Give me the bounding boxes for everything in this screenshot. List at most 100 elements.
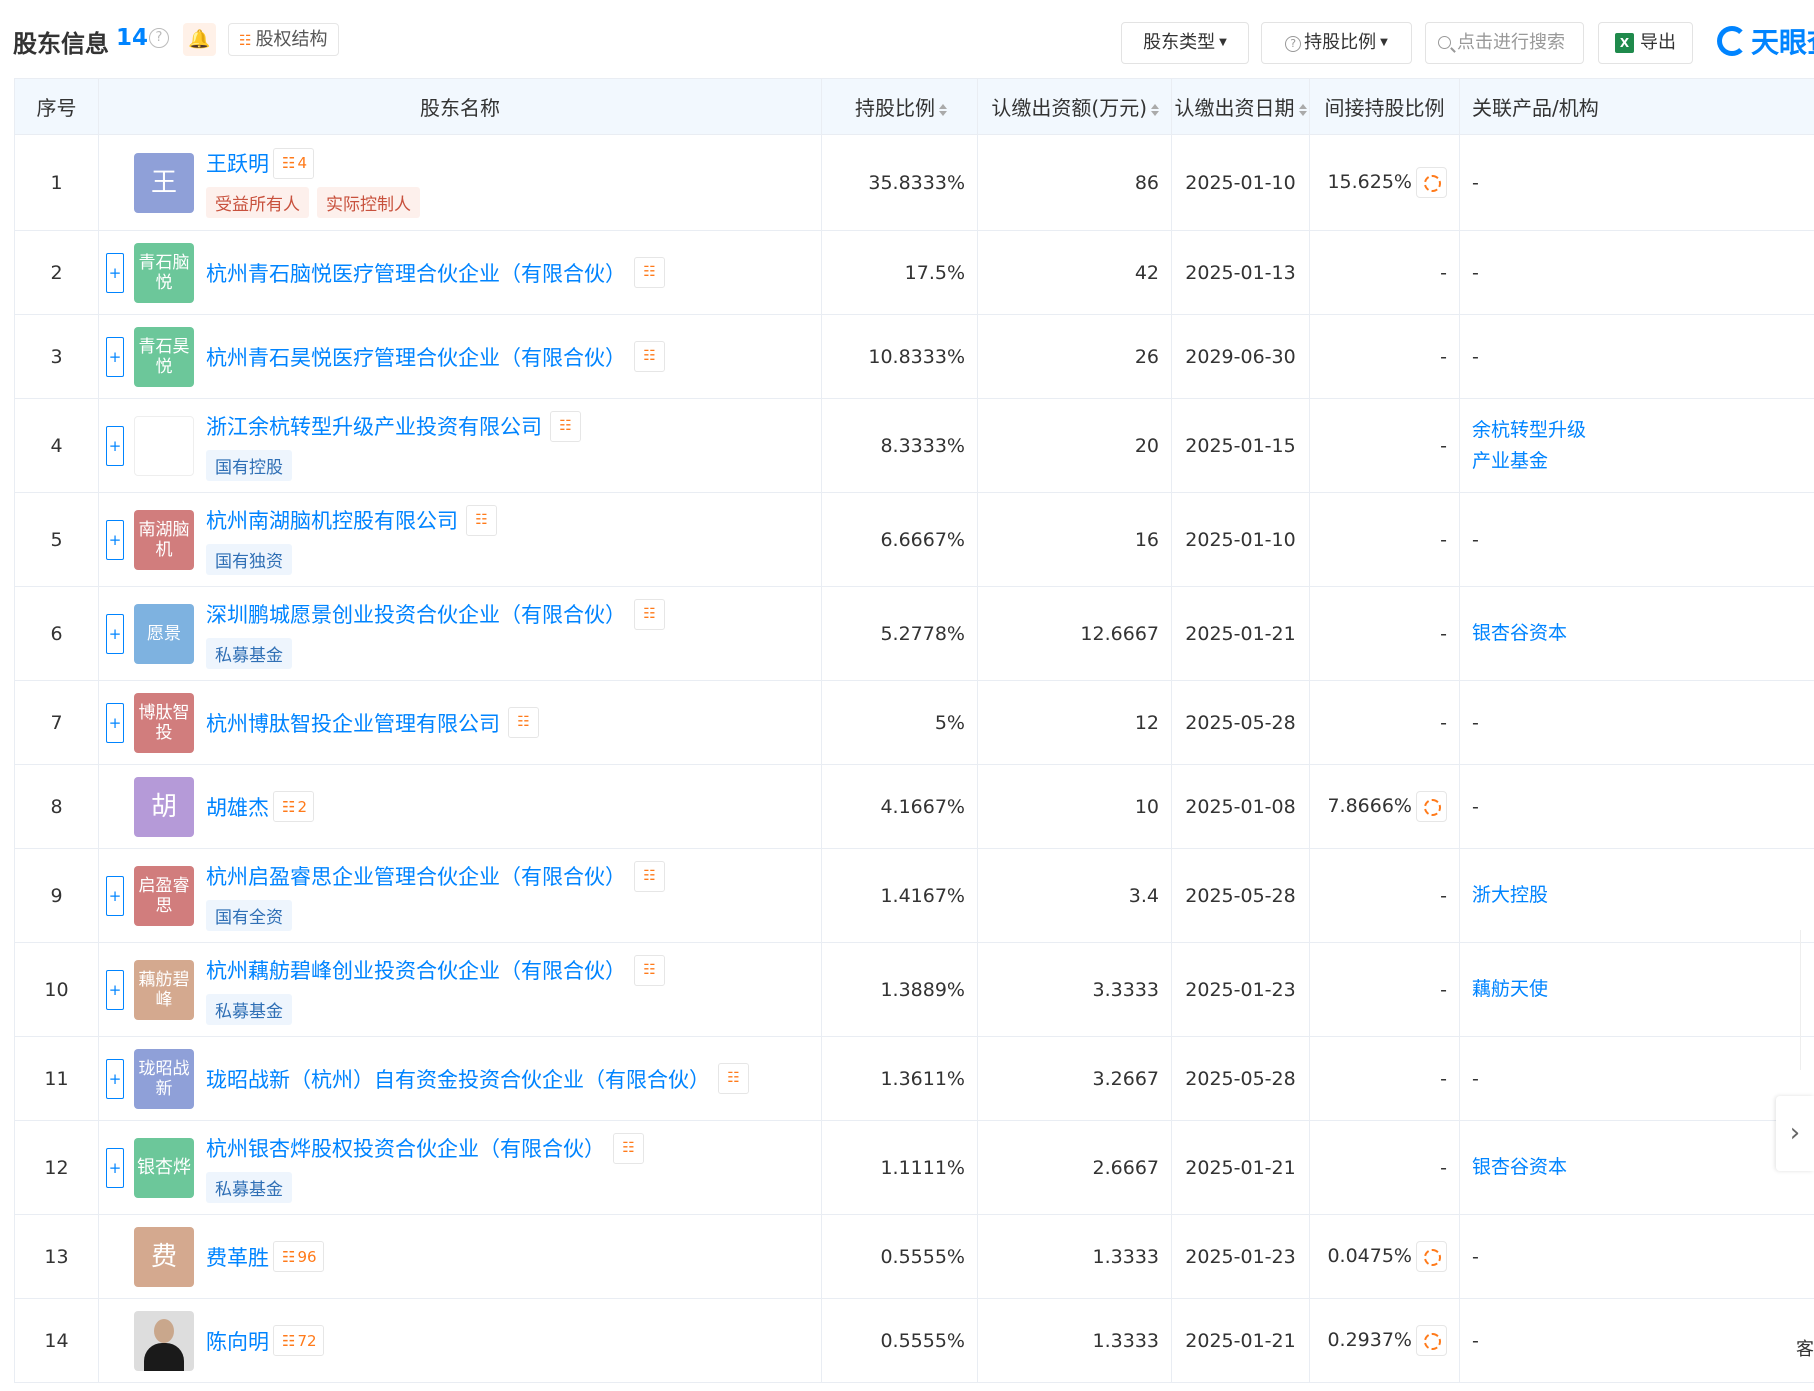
shareholder-name[interactable]: 深圳鹏城愿景创业投资合伙企业（有限合伙） — [206, 599, 626, 629]
sort-icon[interactable] — [1151, 102, 1159, 118]
expand-button[interactable]: + — [106, 613, 124, 654]
relation-count-badge[interactable]: ☷ 4 — [273, 147, 314, 179]
shareholder-name[interactable]: 杭州启盈睿思企业管理合伙企业（有限合伙） — [206, 861, 626, 891]
related-cell: - — [1459, 1036, 1814, 1121]
tag-list: 私募基金 — [206, 637, 665, 669]
export-button[interactable]: X 导出 — [1598, 22, 1693, 64]
indirect-ratio: - — [1440, 345, 1447, 368]
expand-button[interactable]: + — [106, 425, 124, 466]
row-index: 13 — [14, 1214, 99, 1299]
org-chart-icon[interactable]: ☷ — [634, 954, 665, 986]
indirect-ratio: 0.0475% — [1327, 1245, 1412, 1267]
relation-count-badge[interactable]: ☷ 72 — [273, 1325, 324, 1356]
customer-service-label[interactable]: 客 — [1796, 1335, 1814, 1361]
side-collapse-tab[interactable] — [1800, 930, 1814, 1070]
avatar[interactable]: 王 — [134, 152, 194, 213]
avatar[interactable] — [134, 415, 194, 476]
shareholder-name[interactable]: 珑昭战新（杭州）自有资金投资合伙企业（有限合伙） — [206, 1064, 710, 1094]
penetrate-icon[interactable] — [1416, 1241, 1447, 1272]
table-header-row: 序号 股东名称 持股比例 认缴出资额(万元) 认缴出资日期 间接持股比例 关联产… — [14, 78, 1814, 135]
org-chart-icon[interactable]: ☷ — [550, 410, 581, 442]
avatar[interactable]: 青石脑悦 — [134, 242, 194, 303]
org-chart-icon[interactable]: ☷ — [466, 504, 497, 536]
bell-icon[interactable]: 🔔 — [183, 23, 216, 56]
shareholder-name[interactable]: 杭州银杏烨股权投资合伙企业（有限合伙） — [206, 1133, 605, 1163]
holding-ratio-dropdown[interactable]: ? 持股比例 ▼ — [1261, 22, 1412, 64]
shareholder-table: 序号 股东名称 持股比例 认缴出资额(万元) 认缴出资日期 间接持股比例 关联产… — [14, 78, 1814, 1383]
brand-name: 天眼查 — [1751, 26, 1814, 59]
col-ratio[interactable]: 持股比例 — [821, 78, 978, 135]
shareholder-name[interactable]: 王跃明 — [206, 148, 269, 178]
related-link[interactable]: 产业基金 — [1472, 446, 1814, 477]
related-empty: - — [1472, 528, 1479, 551]
row-index: 4 — [14, 398, 99, 493]
shareholder-name[interactable]: 杭州南湖脑机控股有限公司 — [206, 505, 458, 535]
shareholder-type-dropdown[interactable]: 股东类型 ▼ — [1121, 22, 1249, 64]
avatar[interactable]: 博肽智投 — [134, 692, 194, 753]
shareholder-tag: 国有控股 — [206, 449, 292, 481]
expand-button[interactable]: + — [106, 702, 124, 743]
related-link[interactable]: 藕舫天使 — [1472, 974, 1814, 1005]
relation-count-badge[interactable]: ☷ 96 — [273, 1241, 324, 1272]
shareholder-name[interactable]: 陈向明 — [206, 1326, 269, 1356]
expand-button[interactable]: + — [106, 1147, 124, 1188]
expand-button[interactable]: + — [106, 1058, 124, 1099]
chevron-right-icon[interactable]: › — [1776, 1096, 1814, 1171]
avatar[interactable]: 费 — [134, 1226, 194, 1287]
related-link[interactable]: 银杏谷资本 — [1472, 618, 1814, 649]
avatar[interactable]: 启盈睿思 — [134, 865, 194, 926]
avatar[interactable]: 愿景 — [134, 603, 194, 664]
org-chart-icon[interactable]: ☷ — [508, 707, 539, 738]
col-amount[interactable]: 认缴出资额(万元) — [977, 78, 1172, 135]
avatar[interactable]: 银杏烨 — [134, 1137, 194, 1198]
tag-list: 私募基金 — [206, 993, 665, 1025]
related-link[interactable]: 浙大控股 — [1472, 880, 1814, 911]
related-cell: - — [1459, 764, 1814, 849]
shareholder-name[interactable]: 杭州青石脑悦医疗管理合伙企业（有限合伙） — [206, 258, 626, 288]
shareholder-name[interactable]: 胡雄杰 — [206, 792, 269, 822]
col-name: 股东名称 — [98, 78, 822, 135]
equity-structure-button[interactable]: ☷ 股权结构 — [228, 23, 339, 56]
shareholder-name[interactable]: 杭州博肽智投企业管理有限公司 — [206, 708, 500, 738]
search-input[interactable]: 点击进行搜索 — [1425, 22, 1584, 64]
avatar[interactable]: 胡 — [134, 776, 194, 837]
expand-button[interactable]: + — [106, 519, 124, 560]
org-chart-icon[interactable]: ☷ — [634, 860, 665, 892]
shareholder-name[interactable]: 费革胜 — [206, 1242, 269, 1272]
avatar[interactable]: 青石昊悦 — [134, 326, 194, 387]
avatar[interactable]: 珑昭战新 — [134, 1048, 194, 1109]
avatar[interactable]: 藕舫碧峰 — [134, 959, 194, 1020]
expand-button[interactable]: + — [106, 875, 124, 916]
col-date[interactable]: 认缴出资日期 — [1171, 78, 1310, 135]
subscribed-date: 2025-01-10 — [1171, 492, 1310, 587]
expand-button[interactable]: + — [106, 969, 124, 1010]
org-chart-icon[interactable]: ☷ — [613, 1132, 644, 1164]
related-cell: - — [1459, 1214, 1814, 1299]
org-chart-icon[interactable]: ☷ — [634, 341, 665, 372]
row-index: 10 — [14, 942, 99, 1037]
indirect-cell: - — [1309, 1120, 1460, 1215]
shareholder-name[interactable]: 浙江余杭转型升级产业投资有限公司 — [206, 411, 542, 441]
penetrate-icon[interactable] — [1416, 167, 1447, 198]
org-chart-icon[interactable]: ☷ — [718, 1063, 749, 1094]
indirect-cell: - — [1309, 1036, 1460, 1121]
avatar[interactable]: 南湖脑机 — [134, 509, 194, 570]
related-cell: - — [1459, 492, 1814, 587]
penetrate-icon[interactable] — [1416, 1325, 1447, 1356]
indirect-ratio: - — [1440, 978, 1447, 1001]
expand-button[interactable]: + — [106, 336, 124, 377]
help-icon[interactable]: ? — [149, 28, 169, 48]
shareholder-name[interactable]: 杭州藕舫碧峰创业投资合伙企业（有限合伙） — [206, 955, 626, 985]
shareholder-name[interactable]: 杭州青石昊悦医疗管理合伙企业（有限合伙） — [206, 342, 626, 372]
org-chart-icon[interactable]: ☷ — [634, 598, 665, 630]
expand-button[interactable]: + — [106, 252, 124, 293]
sort-icon[interactable] — [939, 102, 947, 118]
relation-count-badge[interactable]: ☷ 2 — [273, 791, 314, 822]
penetrate-icon[interactable] — [1416, 791, 1447, 822]
related-link[interactable]: 余杭转型升级 — [1472, 415, 1814, 446]
avatar[interactable] — [134, 1310, 194, 1371]
related-link[interactable]: 银杏谷资本 — [1472, 1152, 1814, 1183]
holding-ratio: 8.3333% — [821, 398, 978, 493]
sort-icon[interactable] — [1298, 102, 1307, 118]
org-chart-icon[interactable]: ☷ — [634, 257, 665, 288]
